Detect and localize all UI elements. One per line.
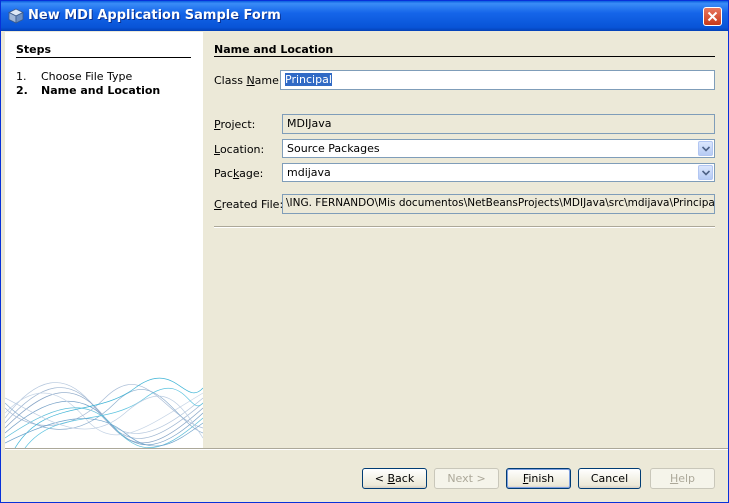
wizard-window: New MDI Application Sample Form Steps 1.…	[0, 0, 729, 503]
label-text: age:	[239, 167, 264, 180]
location-dropdown-button[interactable]	[698, 141, 713, 156]
chevron-down-icon	[702, 170, 710, 176]
steps-title: Steps	[16, 43, 52, 56]
finish-button[interactable]: Finish	[506, 468, 571, 489]
close-icon	[707, 11, 718, 22]
button-text: inish	[528, 472, 555, 485]
created-file-field[interactable]: \ING. FERNANDO\Mis documentos\NetBeansPr…	[282, 194, 715, 214]
steps-panel: Steps 1. Choose File Type 2. Name and Loca…	[5, 32, 203, 448]
footer-divider	[5, 448, 728, 450]
package-label: Package:	[214, 167, 263, 180]
class-name-value: Principal	[285, 73, 332, 86]
package-value: mdijava	[287, 166, 331, 179]
back-button[interactable]: < Back	[362, 468, 427, 489]
label-text: roject:	[220, 118, 256, 131]
location-label: Location:	[214, 143, 264, 156]
button-text: <	[374, 472, 388, 485]
location-combobox[interactable]: Source Packages	[282, 139, 715, 158]
step-label: Name and Location	[41, 84, 161, 97]
package-combobox[interactable]: mdijava	[282, 163, 715, 182]
created-file-value: \ING. FERNANDO\Mis documentos\NetBeansPr…	[286, 197, 715, 209]
name-and-location-panel: Name and Location Class Name: Principal …	[203, 32, 728, 448]
step-number: 1.	[16, 70, 27, 83]
label-text: ocation:	[219, 143, 265, 156]
mnemonic: N	[246, 74, 255, 87]
netbeans-cube-icon	[8, 8, 24, 24]
package-dropdown-button[interactable]	[698, 165, 713, 180]
window-title: New MDI Application Sample Form	[28, 8, 281, 23]
section-divider	[214, 56, 715, 57]
help-button[interactable]: Help	[650, 468, 715, 489]
project-field[interactable]: MDIJava	[282, 114, 715, 134]
mnemonic: C	[214, 198, 222, 211]
title-bar[interactable]: New MDI Application Sample Form	[1, 1, 728, 31]
cancel-button[interactable]: Cancel	[578, 468, 641, 489]
mnemonic: H	[669, 472, 679, 485]
project-label: Project:	[214, 118, 255, 131]
created-file-label: Created File:	[214, 198, 283, 211]
decorative-wave-graphic	[5, 377, 203, 448]
button-text: elp	[678, 472, 696, 485]
class-name-input[interactable]: Principal	[280, 70, 715, 90]
section-title: Name and Location	[214, 43, 334, 56]
project-value: MDIJava	[287, 117, 332, 130]
steps-divider	[16, 57, 191, 58]
chevron-down-icon	[702, 146, 710, 152]
label-text: Class	[214, 74, 247, 87]
next-button[interactable]: Next >	[434, 468, 499, 489]
step-label: Choose File Type	[41, 70, 133, 83]
location-value: Source Packages	[287, 142, 380, 155]
step-number: 2.	[16, 84, 28, 97]
mnemonic: B	[387, 472, 396, 485]
label-text: reated File:	[221, 198, 284, 211]
step-item-choose-file-type: 1. Choose File Type	[16, 70, 132, 83]
label-text: ame:	[254, 74, 283, 87]
close-button[interactable]	[703, 7, 722, 26]
class-name-label: Class Name:	[214, 74, 283, 87]
content-divider	[214, 226, 715, 228]
label-text: Pac	[214, 167, 233, 180]
button-text: ack	[395, 472, 415, 485]
step-item-name-and-location: 2. Name and Location	[16, 84, 160, 97]
